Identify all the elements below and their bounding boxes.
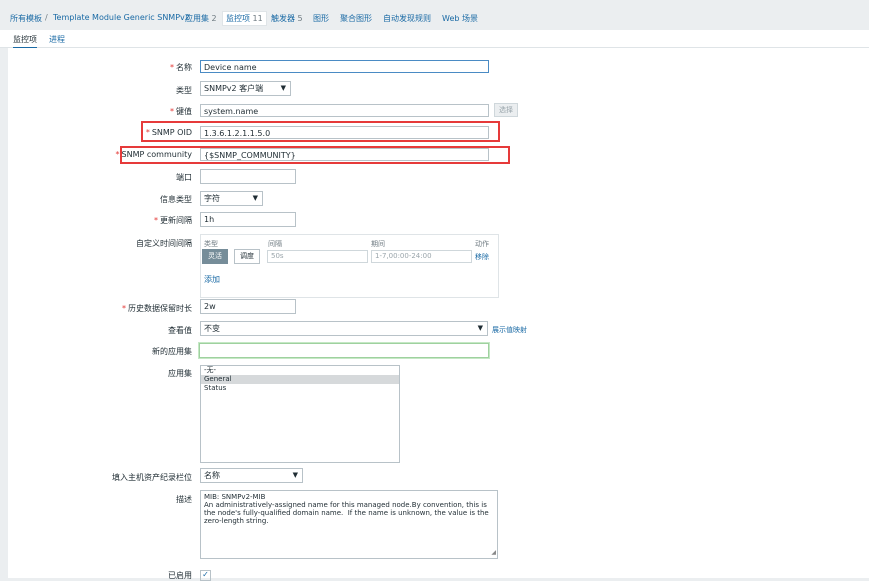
new-application-label: 新的应用集 bbox=[152, 347, 192, 356]
applications-link[interactable]: 应用集 2 bbox=[185, 13, 217, 24]
type-select[interactable]: SNMPv2 客户端 ▼ bbox=[200, 81, 291, 96]
template-link[interactable]: Template Module Generic SNMPv2 bbox=[53, 13, 190, 22]
period-input[interactable]: 1-7,00:00-24:00 bbox=[371, 250, 472, 263]
breadcrumb: 所有模板 / Template Module Generic SNMPv2 应用… bbox=[0, 0, 869, 30]
description-text: MIB: SNMPv2-MIB An administratively-assi… bbox=[204, 493, 489, 525]
type-label: 类型 bbox=[176, 86, 192, 95]
key-input[interactable]: system.name bbox=[200, 104, 489, 117]
name-label: * 名称 bbox=[170, 63, 192, 72]
snmp-community-highlight bbox=[120, 146, 510, 164]
inventory-select[interactable]: 名称 ▼ bbox=[200, 468, 303, 483]
col-period-header: 期间 bbox=[371, 240, 385, 248]
key-label: * 键值 bbox=[170, 107, 192, 116]
items-count: 11 bbox=[252, 14, 263, 23]
applications-label: 应用集 bbox=[185, 14, 209, 23]
enabled-label: 已启用 bbox=[168, 571, 192, 580]
items-link[interactable]: 监控项 11 bbox=[222, 11, 267, 26]
snmp-oid-highlight bbox=[141, 121, 500, 142]
graphs-link[interactable]: 图形 bbox=[313, 13, 329, 24]
dropdown-arrow-icon: ▼ bbox=[252, 194, 258, 202]
add-interval-link[interactable]: 添加 bbox=[204, 274, 220, 285]
application-option[interactable]: General bbox=[201, 375, 399, 384]
show-value-select[interactable]: 不变 ▼ bbox=[200, 321, 488, 336]
enabled-checkbox[interactable]: ✓ bbox=[200, 570, 211, 581]
interval-input[interactable]: 50s bbox=[267, 250, 368, 263]
col-interval-header: 间隔 bbox=[268, 240, 282, 248]
triggers-label: 触发器 bbox=[271, 14, 295, 23]
custom-intervals-label: 自定义时间间隔 bbox=[136, 239, 192, 248]
resize-handle-icon[interactable]: ◢ bbox=[491, 549, 496, 557]
custom-intervals-table: 类型 间隔 期间 动作 灵活 调度 50s 1-7,00:00-24:00 移除… bbox=[200, 234, 499, 298]
item-form: * 名称 Device name 类型 SNMPv2 客户端 ▼ * 键值 syste… bbox=[8, 48, 869, 581]
screens-link[interactable]: 聚合图形 bbox=[340, 13, 372, 24]
items-label: 监控项 bbox=[226, 14, 250, 23]
applications-label: 应用集 bbox=[168, 369, 192, 378]
applications-listbox[interactable]: -无- General Status bbox=[200, 365, 400, 463]
col-action-header: 动作 bbox=[475, 240, 489, 248]
tab-process[interactable]: 进程 bbox=[49, 34, 65, 45]
history-input[interactable]: 2w bbox=[200, 299, 296, 314]
all-templates-link[interactable]: 所有模板 bbox=[10, 13, 42, 24]
show-value-label: 查看值 bbox=[168, 326, 192, 335]
breadcrumb-separator: / bbox=[45, 13, 48, 22]
info-type-select[interactable]: 字符 ▼ bbox=[200, 191, 263, 206]
update-interval-input[interactable]: 1h bbox=[200, 212, 296, 227]
triggers-link[interactable]: 触发器 5 bbox=[271, 13, 303, 24]
name-input[interactable]: Device name bbox=[200, 60, 489, 73]
col-type-header: 类型 bbox=[204, 240, 218, 248]
key-select-button[interactable]: 选择 bbox=[494, 103, 518, 117]
dropdown-arrow-icon: ▼ bbox=[280, 84, 286, 92]
info-type-value: 字符 bbox=[204, 194, 220, 203]
application-option[interactable]: -无- bbox=[201, 366, 399, 375]
tab-item[interactable]: 监控项 bbox=[13, 34, 37, 49]
new-application-input[interactable] bbox=[199, 343, 489, 358]
scheduling-toggle[interactable]: 调度 bbox=[234, 249, 260, 264]
history-label: * 历史数据保留时长 bbox=[122, 304, 192, 313]
remove-link[interactable]: 移除 bbox=[475, 252, 489, 262]
description-textarea[interactable]: MIB: SNMPv2-MIB An administratively-assi… bbox=[200, 490, 498, 559]
port-label: 端口 bbox=[176, 173, 192, 182]
value-mapping-link[interactable]: 展示值映射 bbox=[492, 325, 527, 335]
dropdown-arrow-icon: ▼ bbox=[477, 324, 483, 332]
info-type-label: 信息类型 bbox=[160, 195, 192, 204]
applications-count: 2 bbox=[211, 14, 217, 23]
flexible-toggle[interactable]: 灵活 bbox=[202, 249, 228, 264]
description-label: 描述 bbox=[176, 495, 192, 504]
dropdown-arrow-icon: ▼ bbox=[292, 471, 298, 479]
type-select-value: SNMPv2 客户端 bbox=[204, 84, 264, 93]
web-scenarios-link[interactable]: Web 场景 bbox=[442, 13, 478, 24]
inventory-value: 名称 bbox=[204, 471, 220, 480]
form-tabs: 监控项 进程 bbox=[0, 30, 869, 49]
update-interval-label: * 更新间隔 bbox=[154, 216, 192, 225]
port-input[interactable] bbox=[200, 169, 296, 184]
triggers-count: 5 bbox=[297, 14, 303, 23]
inventory-label: 填入主机资产纪录栏位 bbox=[112, 473, 192, 482]
show-value-current: 不变 bbox=[204, 324, 220, 333]
application-option[interactable]: Status bbox=[201, 384, 399, 393]
discovery-link[interactable]: 自动发现规则 bbox=[383, 13, 431, 24]
